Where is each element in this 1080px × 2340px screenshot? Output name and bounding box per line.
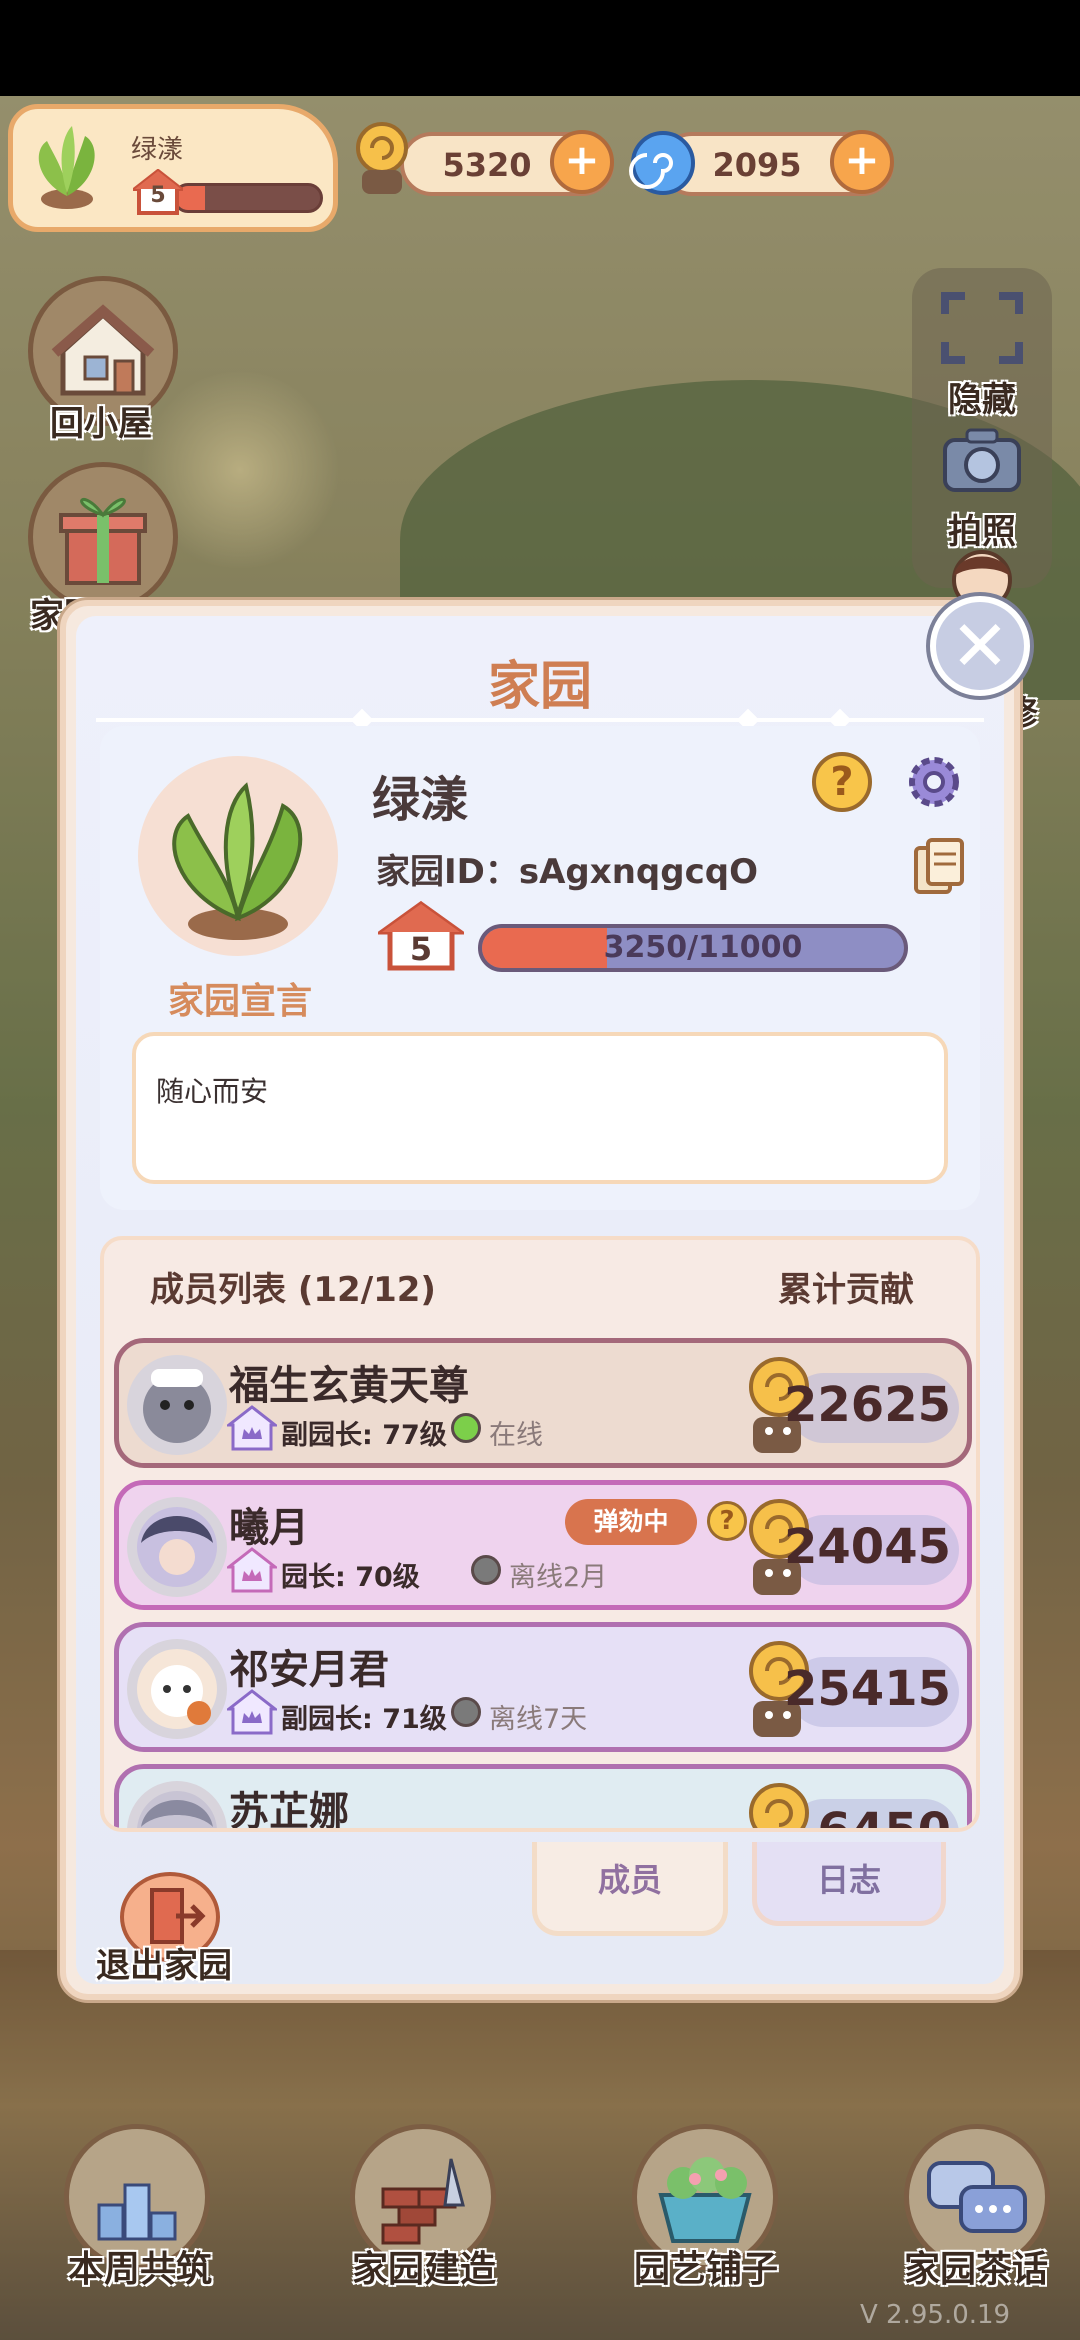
status-bar-area	[0, 0, 1080, 96]
level-progress-bar	[173, 183, 323, 213]
gear-icon[interactable]	[902, 750, 966, 814]
snail-icon	[749, 1783, 809, 1828]
member-list-title: 成员列表 (12/12)	[150, 1270, 436, 1310]
hide-ui-button[interactable]: 隐藏	[922, 288, 1042, 421]
member-contribution: 25415	[784, 1661, 951, 1717]
member-row[interactable]: 福生玄黄天尊 副园长: 77级 在线 22625	[114, 1338, 972, 1468]
garden-level-number: 5	[409, 930, 433, 968]
garden-exp-text: 3250/11000	[603, 930, 803, 965]
member-contribution: 6450	[817, 1803, 951, 1832]
contribution-header: 累计贡献	[778, 1270, 914, 1310]
member-status: 离线7天	[489, 1704, 588, 1735]
garden-name: 绿漾	[131, 135, 184, 165]
frame-icon	[941, 292, 1023, 364]
plant-avatar-icon	[38, 126, 95, 209]
member-status: 离线2月	[509, 1562, 608, 1593]
add-gem-button[interactable]: +	[830, 130, 894, 194]
online-status-dot	[451, 1413, 481, 1443]
version-text: V 2.95.0.19	[860, 2300, 1011, 2330]
garden-avatar	[138, 756, 338, 956]
member-name: 福生玄黄天尊	[229, 1363, 469, 1409]
offline-status-dot	[451, 1697, 481, 1727]
level-house-icon: 5	[129, 168, 187, 215]
camera-icon	[943, 428, 1021, 492]
crown-house-icon	[227, 1689, 277, 1735]
copy-icon[interactable]	[912, 836, 966, 896]
weekly-build-label: 本周共筑	[67, 2249, 212, 2290]
garden-shop-label: 园艺铺子	[633, 2249, 778, 2290]
photo-button[interactable]: 拍照	[922, 420, 1042, 553]
garden-id: 家园ID：sAgxnqgcqO	[376, 852, 758, 892]
close-button[interactable]: ✕	[930, 596, 1030, 696]
garden-profile-pill[interactable]: 绿漾 5	[8, 104, 338, 232]
member-avatar	[127, 1781, 227, 1828]
garden-build-label: 家园建造	[351, 2249, 496, 2290]
tab-members[interactable]: 成员	[532, 1842, 728, 1936]
swirl-gem-icon	[629, 131, 695, 195]
snail-currency-icon	[356, 122, 408, 194]
offline-status-dot	[471, 1555, 501, 1585]
crown-house-icon	[227, 1547, 277, 1593]
member-row[interactable]: 曦月 弹劾中 ? 园长: 70级 离线2月 24045	[114, 1480, 972, 1610]
gift-icon	[59, 498, 147, 585]
member-status: 在线	[489, 1420, 543, 1451]
crown-house-icon	[227, 1405, 277, 1451]
tab-log[interactable]: 日志	[752, 1842, 946, 1926]
member-contribution: 22625	[784, 1377, 951, 1433]
member-name: 曦月	[229, 1505, 309, 1551]
garden-chat-label: 家园茶话	[903, 2249, 1048, 2290]
member-avatar	[127, 1639, 227, 1739]
add-gold-button[interactable]: +	[550, 130, 614, 194]
member-role: 副园长: 77级	[281, 1420, 447, 1451]
gold-counter: 5320 +	[400, 130, 614, 196]
manifesto-label: 家园宣言	[167, 981, 312, 1022]
dialog-title: 家园	[487, 657, 592, 717]
manifesto-text[interactable]: 随心而安	[132, 1032, 948, 1184]
exit-garden-label: 退出家园	[96, 1946, 232, 1986]
impeach-badge: 弹劾中	[565, 1499, 697, 1545]
member-avatar	[127, 1497, 227, 1597]
plant-icon	[172, 782, 303, 940]
garden-level-badge: 5	[374, 900, 468, 972]
member-row[interactable]: 苏芷娜 6450	[114, 1764, 972, 1832]
garden-level: 5	[150, 183, 166, 208]
help-icon[interactable]: ?	[812, 752, 872, 812]
member-role: 副园长: 71级	[281, 1704, 447, 1735]
member-name: 祁安月君	[229, 1647, 389, 1693]
member-role: 园长: 70级	[281, 1562, 420, 1593]
dialog-garden-name: 绿漾	[372, 772, 469, 828]
member-list[interactable]: 成员列表 (12/12) 累计贡献 福生玄黄天尊 副园长: 77级 在线 226…	[100, 1236, 980, 1832]
member-name: 苏芷娜	[229, 1789, 349, 1832]
member-row[interactable]: 祁安月君 副园长: 71级 离线7天 25415	[114, 1622, 972, 1752]
return-home-label: 回小屋	[50, 404, 152, 444]
member-contribution: 24045	[784, 1519, 951, 1575]
garden-exp-bar: 3250/11000	[478, 924, 908, 972]
hide-ui-label: 隐藏	[948, 380, 1016, 420]
close-icon: ✕	[950, 605, 1010, 687]
member-avatar	[127, 1355, 227, 1455]
